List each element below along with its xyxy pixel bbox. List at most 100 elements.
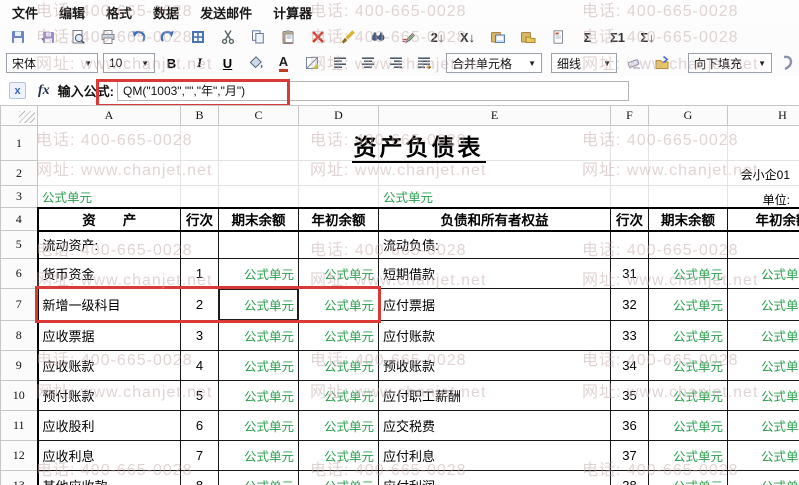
- row-header-11[interactable]: 11: [0, 410, 38, 441]
- print-icon[interactable]: [96, 26, 119, 48]
- cell-c11[interactable]: 公式单元: [218, 410, 299, 441]
- cell-b6[interactable]: 1: [180, 258, 219, 289]
- cell-h9[interactable]: 公式单元: [727, 350, 799, 381]
- cell-f11[interactable]: 36: [610, 410, 649, 441]
- row-header-6[interactable]: 6: [0, 258, 38, 289]
- cell-a13[interactable]: 其他应收款: [36, 470, 181, 485]
- cell-h11[interactable]: 公式单元: [727, 410, 799, 441]
- cell-g9[interactable]: 公式单元: [648, 350, 728, 381]
- cell-h7[interactable]: 公式单元: [727, 288, 799, 321]
- cell-h8[interactable]: 公式单元: [727, 320, 799, 351]
- cell-g1[interactable]: [648, 125, 728, 161]
- paste-icon[interactable]: [276, 26, 299, 48]
- menu-item-2[interactable]: 编辑: [59, 3, 85, 22]
- save-as-icon[interactable]: [36, 26, 59, 48]
- cell-c12[interactable]: 公式单元: [218, 440, 299, 471]
- italic-button[interactable]: I: [188, 52, 211, 74]
- cell-g12[interactable]: 公式单元: [648, 440, 728, 471]
- row-header-3[interactable]: 3: [0, 185, 38, 208]
- cancel-formula-icon[interactable]: x: [9, 82, 26, 99]
- cell-a11[interactable]: 应收股利: [36, 410, 181, 441]
- import-clipboard-icon[interactable]: [486, 26, 509, 48]
- row-header-1[interactable]: 1: [0, 125, 38, 161]
- align-right-icon[interactable]: [384, 52, 407, 74]
- cell-h4[interactable]: 年初余额: [727, 206, 799, 232]
- sum-icon[interactable]: Σ: [576, 26, 599, 48]
- cell-f9[interactable]: 34: [610, 350, 649, 381]
- fx-icon[interactable]: fx: [38, 83, 50, 99]
- cell-e11[interactable]: 应交税费: [378, 410, 611, 441]
- cell-e8[interactable]: 应付账款: [378, 320, 611, 351]
- copy-icon[interactable]: [246, 26, 269, 48]
- sort-ascending-icon[interactable]: 2↓: [426, 26, 449, 48]
- cell-a12[interactable]: 应收利息: [36, 440, 181, 471]
- cell-e1[interactable]: [378, 125, 611, 161]
- cell-a2[interactable]: [37, 160, 181, 186]
- cell-g4[interactable]: 期末余额: [648, 206, 728, 232]
- cell-g3[interactable]: [648, 185, 728, 208]
- cell-g8[interactable]: 公式单元: [648, 320, 728, 351]
- cell-a9[interactable]: 应收账款: [36, 350, 181, 381]
- menu-item-6[interactable]: 计算器: [273, 3, 312, 22]
- cell-a8[interactable]: 应收票据: [36, 320, 181, 351]
- merge-cells-dropdown[interactable]: 合并单元格 ▼: [446, 53, 542, 73]
- cell-e5[interactable]: 流动负债:: [378, 230, 611, 259]
- cell-h3[interactable]: [727, 185, 799, 208]
- cell-d6[interactable]: 公式单元: [298, 258, 379, 289]
- col-header-d[interactable]: D: [298, 105, 379, 126]
- eraser-icon[interactable]: [622, 52, 645, 74]
- cell-f8[interactable]: 33: [610, 320, 649, 351]
- cell-d9[interactable]: 公式单元: [298, 350, 379, 381]
- cell-g10[interactable]: 公式单元: [648, 380, 728, 411]
- cell-d10[interactable]: 公式单元: [298, 380, 379, 411]
- cell-b9[interactable]: 4: [180, 350, 219, 381]
- cell-b10[interactable]: 5: [180, 380, 219, 411]
- cell-a4[interactable]: 资 产: [36, 206, 181, 232]
- cell-d12[interactable]: 公式单元: [298, 440, 379, 471]
- cell-e7[interactable]: 应付票据: [378, 288, 611, 321]
- cell-b3[interactable]: [180, 185, 219, 208]
- cell-b7[interactable]: 2: [180, 288, 219, 321]
- fill-direction-dropdown[interactable]: 向下填充 ▼: [688, 53, 772, 73]
- menu-item-3[interactable]: 格式: [106, 3, 132, 22]
- cell-e10[interactable]: 应付职工薪酬: [378, 380, 611, 411]
- cell-c6[interactable]: 公式单元: [218, 258, 299, 289]
- cell-d13[interactable]: 公式单元: [298, 470, 379, 485]
- cell-d1[interactable]: [298, 125, 379, 161]
- cell-h1[interactable]: [727, 125, 799, 161]
- cell-f13[interactable]: 38: [610, 470, 649, 485]
- cell-c7[interactable]: 公式单元: [218, 288, 299, 321]
- cell-d7[interactable]: 公式单元: [298, 288, 379, 321]
- cell-e4[interactable]: 负债和所有者权益: [378, 206, 611, 232]
- font-name-dropdown[interactable]: 宋体 ▼: [6, 53, 98, 73]
- row-header-4[interactable]: 4: [0, 207, 38, 231]
- cell-h2[interactable]: [727, 160, 799, 186]
- cell-a1[interactable]: [37, 125, 181, 161]
- delete-icon[interactable]: [306, 26, 329, 48]
- cell-g7[interactable]: 公式单元: [648, 288, 728, 321]
- cell-c9[interactable]: 公式单元: [218, 350, 299, 381]
- col-header-h[interactable]: H: [727, 105, 799, 126]
- cell-b8[interactable]: 3: [180, 320, 219, 351]
- cell-d4[interactable]: 年初余额: [298, 206, 379, 232]
- col-header-g[interactable]: G: [648, 105, 728, 126]
- cell-pattern-icon[interactable]: [300, 52, 323, 74]
- cell-b2[interactable]: [180, 160, 219, 186]
- cell-g6[interactable]: 公式单元: [648, 258, 728, 289]
- align-center-icon[interactable]: [356, 52, 379, 74]
- cell-b5[interactable]: [180, 230, 219, 259]
- menu-item-5[interactable]: 发送邮件: [200, 3, 252, 22]
- cell-e2[interactable]: [378, 160, 611, 186]
- cell-h10[interactable]: 公式单元: [727, 380, 799, 411]
- row-header-9[interactable]: 9: [0, 350, 38, 381]
- cell-g11[interactable]: 公式单元: [648, 410, 728, 441]
- menu-item-1[interactable]: 文件: [12, 3, 38, 22]
- cut-icon[interactable]: [216, 26, 239, 48]
- col-header-a[interactable]: A: [37, 105, 181, 126]
- cell-b1[interactable]: [180, 125, 219, 161]
- cell-f12[interactable]: 37: [610, 440, 649, 471]
- col-header-e[interactable]: E: [378, 105, 611, 126]
- cell-b12[interactable]: 7: [180, 440, 219, 471]
- sum-column-icon[interactable]: Σ↓: [636, 26, 659, 48]
- display-settings-icon[interactable]: [186, 26, 209, 48]
